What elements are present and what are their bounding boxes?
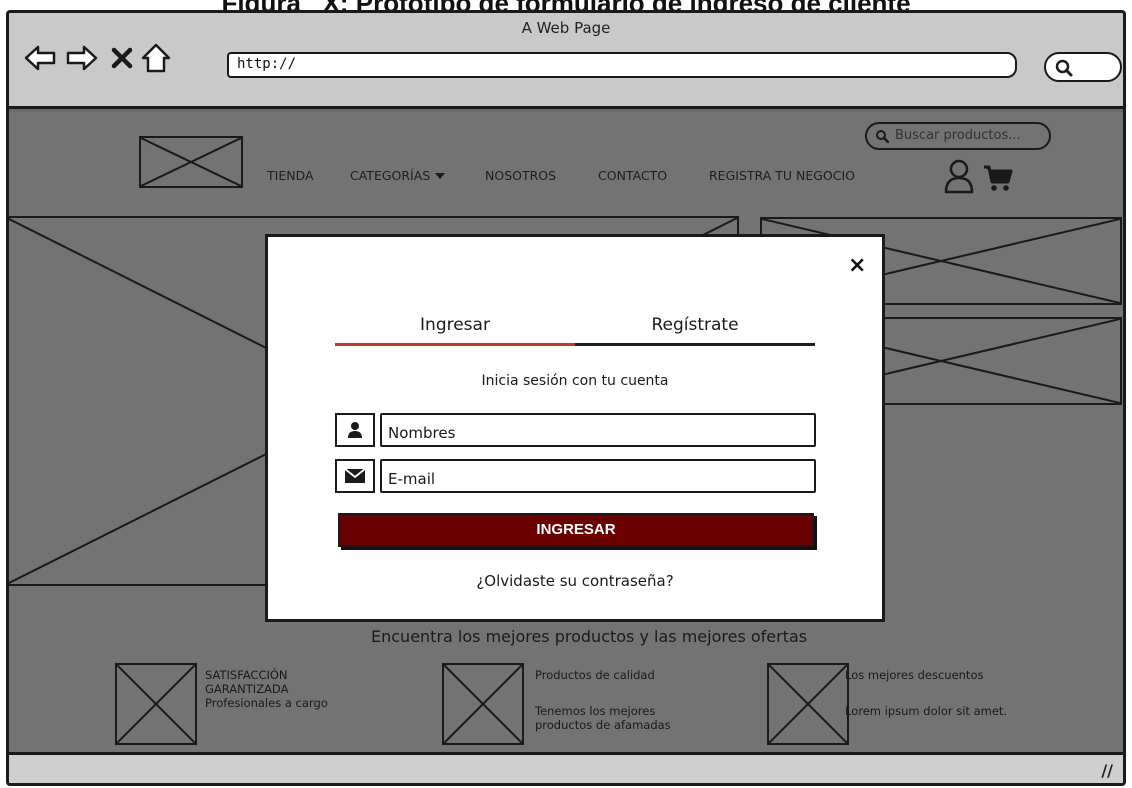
nav-categorias-label: CATEGORÍAS xyxy=(350,168,431,183)
feature-2-text-line1: Tenemos los mejores xyxy=(535,704,656,718)
close-x-icon[interactable] xyxy=(105,41,139,75)
forgot-password-link[interactable]: ¿Olvidaste su contraseña? xyxy=(268,572,882,590)
site-search-input[interactable]: Buscar productos... xyxy=(865,122,1051,150)
user-field-icon xyxy=(335,413,375,447)
browser-window: A Web Page http:// TIENDA CATEGORÍAS NOS… xyxy=(6,10,1126,786)
nav-tienda[interactable]: TIENDA xyxy=(267,168,314,183)
logo-placeholder xyxy=(139,136,243,188)
user-icon[interactable] xyxy=(943,158,975,198)
back-arrow-icon[interactable] xyxy=(23,41,57,75)
feature-1-title-line1: SATISFACCIÓN xyxy=(205,668,288,682)
tab-registrate[interactable]: Regístrate xyxy=(575,315,815,335)
window-title: A Web Page xyxy=(521,19,611,37)
feature-3-title: Los mejores descuentos xyxy=(845,668,984,682)
email-field[interactable] xyxy=(380,459,816,493)
active-tab-indicator xyxy=(335,343,575,346)
nav-nosotros[interactable]: NOSOTROS xyxy=(485,168,556,183)
close-icon[interactable]: × xyxy=(848,253,866,278)
login-modal: × Ingresar Regístrate Inicia sesión con … xyxy=(265,234,885,622)
search-icon xyxy=(1054,58,1074,82)
forward-arrow-icon[interactable] xyxy=(65,41,99,75)
url-bar[interactable]: http:// xyxy=(227,52,1017,78)
nav-categorias[interactable]: CATEGORÍAS xyxy=(350,168,446,183)
page-viewport: TIENDA CATEGORÍAS NOSOTROS CONTACTO REGI… xyxy=(9,112,1123,752)
login-button[interactable]: INGRESAR xyxy=(338,513,814,547)
browser-search-button[interactable] xyxy=(1044,52,1122,82)
tab-underline xyxy=(575,343,815,346)
envelope-icon xyxy=(335,459,375,493)
feature-image-placeholder-3 xyxy=(767,663,849,745)
search-icon xyxy=(875,129,890,147)
feature-1-text: Profesionales a cargo xyxy=(205,696,328,710)
feature-1-title-line2: GARANTIZADA xyxy=(205,682,289,696)
nav-contacto[interactable]: CONTACTO xyxy=(598,168,667,183)
cart-icon[interactable] xyxy=(983,164,1013,196)
feature-3-text: Lorem ipsum dolor sit amet. xyxy=(845,704,1008,718)
feature-image-placeholder-1 xyxy=(115,663,197,745)
feature-image-placeholder-2 xyxy=(442,663,524,745)
feature-2-title: Productos de calidad xyxy=(535,668,655,682)
caret-down-icon xyxy=(434,168,446,183)
feature-2-text: Tenemos los mejores productos de afamada… xyxy=(535,704,671,732)
modal-subtitle: Inicia sesión con tu cuenta xyxy=(481,373,669,389)
browser-statusbar: // xyxy=(9,752,1123,783)
url-text: http:// xyxy=(237,56,297,72)
feature-2-text-line2: productos de afamadas xyxy=(535,718,671,732)
tab-ingresar[interactable]: Ingresar xyxy=(335,315,575,335)
feature-1-title: SATISFACCIÓN GARANTIZADA Profesionales a… xyxy=(205,668,328,710)
name-field[interactable] xyxy=(380,413,816,447)
site-search-placeholder: Buscar productos... xyxy=(895,128,1021,143)
home-icon[interactable] xyxy=(139,41,173,75)
browser-toolbar: A Web Page http:// xyxy=(9,13,1123,109)
tagline: Encuentra los mejores productos y las me… xyxy=(371,627,808,646)
nav-registra-negocio[interactable]: REGISTRA TU NEGOCIO xyxy=(709,168,855,183)
resize-grip-icon[interactable]: // xyxy=(1101,761,1113,780)
